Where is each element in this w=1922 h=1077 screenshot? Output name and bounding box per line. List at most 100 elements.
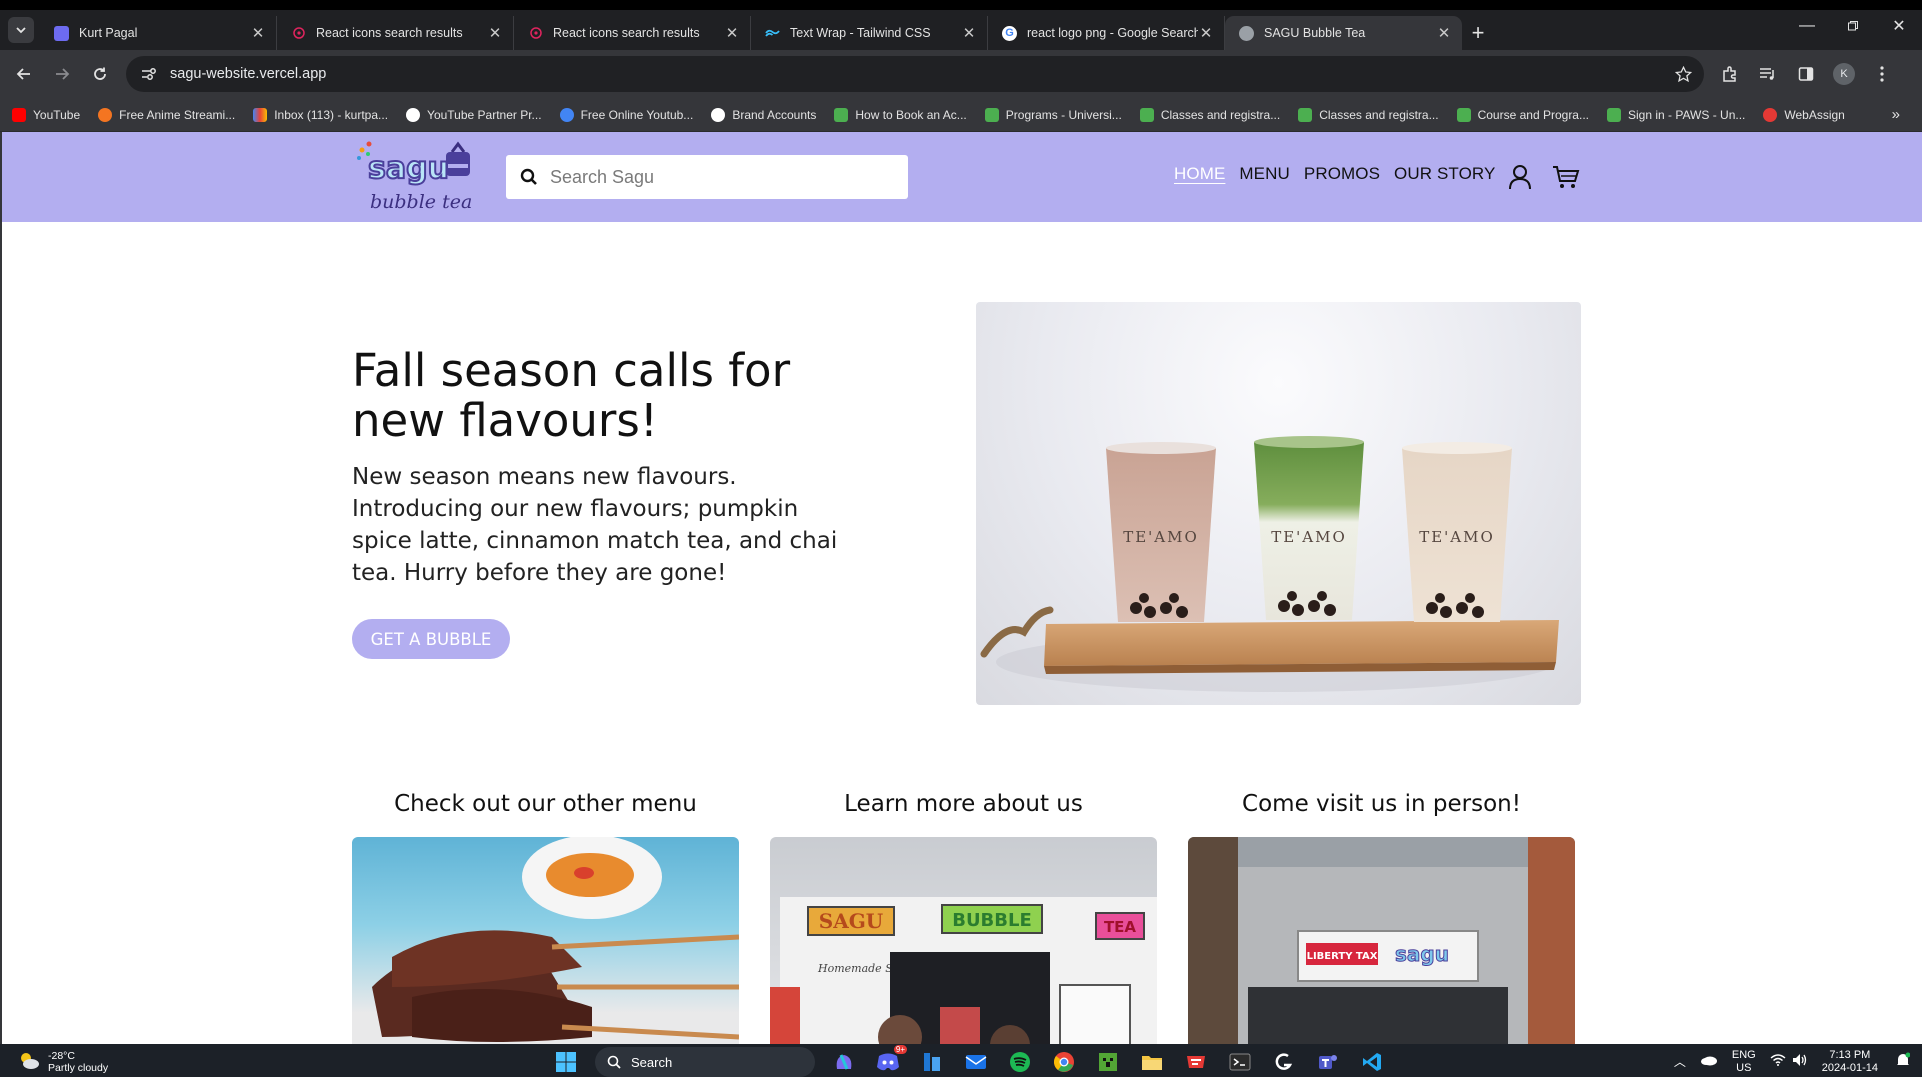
teams-icon[interactable] bbox=[1313, 1047, 1343, 1077]
tab-4[interactable]: G react logo png - Google Search ✕ bbox=[988, 16, 1225, 50]
hero-title: Fall season calls for new flavours! bbox=[352, 344, 791, 447]
toolbar-right: K bbox=[1714, 58, 1898, 90]
university-shield-icon bbox=[984, 107, 999, 122]
restore-button[interactable] bbox=[1830, 10, 1876, 42]
spotify-icon[interactable] bbox=[1005, 1047, 1035, 1077]
bookmark-paws[interactable]: Sign in - PAWS - Un... bbox=[1607, 107, 1745, 122]
crunchyroll-icon bbox=[98, 107, 113, 122]
site-search-box[interactable] bbox=[506, 155, 908, 199]
file-explorer-icon[interactable] bbox=[1137, 1047, 1167, 1077]
bookmark-classes-2[interactable]: Classes and registra... bbox=[1298, 107, 1439, 122]
close-icon[interactable]: ✕ bbox=[487, 25, 503, 42]
weather-condition: Partly cloudy bbox=[48, 1062, 109, 1074]
bookmark-anime[interactable]: Free Anime Streami... bbox=[98, 107, 235, 122]
store-sign-sagu: sagu bbox=[1395, 942, 1449, 966]
terminal-icon[interactable] bbox=[1225, 1047, 1255, 1077]
reload-button[interactable] bbox=[82, 56, 118, 92]
tab-1[interactable]: React icons search results ✕ bbox=[277, 16, 514, 50]
language-indicator[interactable]: ENG US bbox=[1732, 1049, 1756, 1075]
site-info-icon[interactable] bbox=[138, 63, 160, 85]
tab-search-button[interactable] bbox=[8, 17, 34, 43]
wifi-icon[interactable] bbox=[1770, 1054, 1786, 1069]
mail-icon[interactable] bbox=[961, 1047, 991, 1077]
windows-taskbar: -28°C Partly cloudy Search 9+ ︿ ENG US 7… bbox=[0, 1044, 1922, 1077]
taskbar-search[interactable]: Search bbox=[595, 1047, 815, 1077]
bookmark-youtube-partner[interactable]: YouTube Partner Pr... bbox=[406, 107, 542, 122]
logitech-icon[interactable] bbox=[1269, 1047, 1299, 1077]
nav-our-story[interactable]: OUR STORY bbox=[1394, 164, 1495, 184]
onedrive-icon[interactable] bbox=[1700, 1054, 1718, 1069]
app-icon-blue[interactable] bbox=[917, 1047, 947, 1077]
section-title-visit: Come visit us in person! bbox=[1242, 791, 1521, 817]
nav-menu[interactable]: MENU bbox=[1239, 164, 1289, 184]
back-button[interactable] bbox=[6, 56, 42, 92]
windows-start-icon[interactable] bbox=[551, 1047, 581, 1077]
bookmark-book[interactable]: How to Book an Ac... bbox=[834, 107, 967, 122]
extensions-icon[interactable] bbox=[1714, 58, 1746, 90]
bookmarks-bar: YouTube Free Anime Streami... Inbox (113… bbox=[0, 98, 1922, 132]
bookmark-programs[interactable]: Programs - Universi... bbox=[984, 107, 1122, 122]
forward-button[interactable] bbox=[44, 56, 80, 92]
tailwind-icon bbox=[765, 26, 780, 41]
user-icon[interactable] bbox=[1508, 164, 1532, 195]
kebab-menu-icon[interactable] bbox=[1866, 58, 1898, 90]
tab-3[interactable]: Text Wrap - Tailwind CSS ✕ bbox=[751, 16, 988, 50]
youtube-icon bbox=[12, 107, 26, 122]
chevron-up-icon[interactable]: ︿ bbox=[1674, 1053, 1686, 1070]
sagu-logo[interactable]: sagu bubble tea bbox=[354, 138, 488, 216]
site-nav: HOME MENU PROMOS OUR STORY bbox=[1174, 164, 1495, 184]
truck-sign-sagu: SAGU bbox=[819, 909, 883, 933]
hero-image-bubble-tea: TE'AMO TE'AMO TE'AMO bbox=[976, 302, 1581, 705]
bookmark-inbox[interactable]: Inbox (113) - kurtpa... bbox=[253, 107, 388, 122]
forza-icon[interactable] bbox=[1181, 1047, 1211, 1077]
tab-2[interactable]: React icons search results ✕ bbox=[514, 16, 751, 50]
about-card-image[interactable]: SAGU BUBBLE TEA Homemade Scratch Recipes bbox=[770, 837, 1157, 1044]
discord-icon[interactable]: 9+ bbox=[873, 1045, 907, 1077]
close-icon[interactable]: ✕ bbox=[1198, 25, 1214, 42]
tab-title: SAGU Bubble Tea bbox=[1264, 26, 1366, 40]
new-tab-button[interactable]: + bbox=[1462, 16, 1494, 50]
tab-0[interactable]: Kurt Pagal ✕ bbox=[40, 16, 277, 50]
minecraft-icon[interactable] bbox=[1093, 1047, 1123, 1077]
site-header: sagu bubble tea HOME MENU PROMOS OUR STO… bbox=[2, 132, 1922, 222]
tab-title: React icons search results bbox=[316, 26, 463, 40]
close-icon[interactable]: ✕ bbox=[724, 25, 740, 42]
tab-5-active[interactable]: SAGU Bubble Tea ✕ bbox=[1225, 16, 1462, 50]
site-search-input[interactable] bbox=[550, 166, 870, 188]
bookmark-youtube[interactable]: YouTube bbox=[12, 107, 80, 122]
close-icon[interactable]: ✕ bbox=[250, 25, 266, 42]
chrome-icon[interactable] bbox=[1049, 1047, 1079, 1077]
media-controls-icon[interactable] bbox=[1752, 58, 1784, 90]
copilot-icon[interactable] bbox=[829, 1047, 859, 1077]
bookmark-classes-1[interactable]: Classes and registra... bbox=[1139, 107, 1280, 122]
address-bar[interactable]: sagu-website.vercel.app bbox=[126, 56, 1704, 92]
close-icon[interactable]: ✕ bbox=[1436, 25, 1452, 42]
minimize-button[interactable]: — bbox=[1784, 10, 1830, 42]
bookmark-course[interactable]: Course and Progra... bbox=[1456, 107, 1589, 122]
close-window-button[interactable]: ✕ bbox=[1876, 10, 1922, 42]
weather-widget[interactable]: -28°C Partly cloudy bbox=[18, 1050, 108, 1074]
logo-tagline: bubble tea bbox=[370, 191, 472, 213]
bookmark-star-icon[interactable] bbox=[1672, 63, 1694, 85]
menu-card-image[interactable] bbox=[352, 837, 739, 1044]
volume-icon[interactable] bbox=[1792, 1053, 1808, 1070]
tab-title: Text Wrap - Tailwind CSS bbox=[790, 26, 931, 40]
get-a-bubble-button[interactable]: GET A BUBBLE bbox=[352, 619, 510, 659]
notifications-icon[interactable] bbox=[1896, 1052, 1911, 1071]
visit-card-image[interactable]: LIBERTY TAX sagu bbox=[1188, 837, 1575, 1044]
bookmark-webassign[interactable]: WebAssign bbox=[1763, 107, 1845, 122]
university-shield-icon bbox=[1607, 107, 1621, 122]
close-icon[interactable]: ✕ bbox=[961, 25, 977, 42]
profile-avatar[interactable]: K bbox=[1828, 58, 1860, 90]
clock[interactable]: 7:13 PM 2024-01-14 bbox=[1822, 1049, 1878, 1075]
cart-icon[interactable] bbox=[1552, 164, 1580, 195]
nav-promos[interactable]: PROMOS bbox=[1304, 164, 1380, 184]
bookmark-youtube-tool[interactable]: Free Online Youtub... bbox=[559, 107, 693, 122]
nav-home[interactable]: HOME bbox=[1174, 164, 1225, 184]
bookmarks-overflow-icon[interactable]: » bbox=[1892, 106, 1900, 123]
vscode-icon[interactable] bbox=[1357, 1047, 1387, 1077]
search-icon bbox=[520, 168, 537, 185]
side-panel-icon[interactable] bbox=[1790, 58, 1822, 90]
store-sign-liberty-tax: LIBERTY TAX bbox=[1307, 951, 1378, 962]
bookmark-brand-accounts[interactable]: Brand Accounts bbox=[711, 107, 816, 122]
